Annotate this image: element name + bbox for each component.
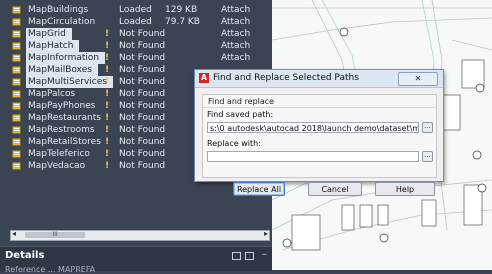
autocad-app-icon: A [199,73,209,83]
warning-icon: ! [105,29,110,39]
scroll-thumb[interactable]: III [25,232,85,238]
xref-status: Not Found [119,77,166,87]
replace-browse-button[interactable]: ... [422,151,433,162]
scroll-right-arrow[interactable]: ▸ [264,229,268,238]
warning-icon: ! [105,89,110,99]
drawing-file-icon [12,17,21,26]
replace-all-button[interactable]: Replace All [233,182,285,196]
find-replace-group: Find and replace Find saved path: s:\0 a… [202,94,437,178]
preview-view-icon[interactable] [245,252,254,260]
xref-status: Not Found [119,29,166,39]
find-browse-button[interactable]: ... [422,122,433,133]
details-view-icon[interactable] [232,252,241,260]
xref-name: MapMultiServices [26,76,113,88]
xref-name: MapBuildings [28,5,89,15]
xref-name: MapCirculation [28,17,96,27]
help-button[interactable]: Help [375,182,435,196]
drawing-file-icon [12,137,21,146]
xref-name: MapHatch [26,40,80,52]
xref-status: Not Found [119,113,166,123]
group-label: Find and replace [208,97,275,106]
find-saved-path-label: Find saved path: [207,110,274,119]
warning-icon: ! [105,53,110,63]
xref-type: Attach [221,5,251,15]
drawing-file-icon [12,77,21,86]
scroll-left-arrow[interactable]: ◂ [12,229,16,238]
xref-name: MapVedacao [28,161,86,171]
dialog-titlebar[interactable]: A Find and Replace Selected Paths ✕ [195,70,443,88]
xref-row[interactable]: MapCirculation Loaded 79.7 KB Attach [0,16,272,28]
xref-name: MapTeleferico [28,149,90,159]
warning-icon: ! [105,41,110,51]
xref-name: MapRetailStores [28,137,101,147]
xref-row[interactable]: MapHatch! Not Found Attach [0,40,272,52]
details-title: Details [5,250,45,261]
warning-icon: ! [105,65,110,75]
dialog-title: Find and Replace Selected Paths [213,73,359,83]
xref-name: MapGrid [26,28,72,40]
xref-name: MapPayPhones [28,101,96,111]
cancel-button[interactable]: Cancel [308,182,362,196]
xref-type: Attach [221,41,251,51]
xref-status: Not Found [119,161,166,171]
find-replace-dialog: A Find and Replace Selected Paths ✕ Find… [194,69,444,182]
xref-status: Not Found [119,101,166,111]
group-separator [203,107,436,108]
xref-type: Attach [221,17,251,27]
xref-name: MapInformation [26,52,106,64]
drawing-file-icon [12,161,21,170]
xref-row[interactable]: MapBuildings Loaded 129 KB Attach [0,4,272,16]
xref-type: Attach [221,53,251,63]
drawing-file-icon [12,125,21,134]
drawing-file-icon [12,113,21,122]
replace-with-label: Replace with: [207,139,261,148]
xref-size: 129 KB [165,5,198,15]
replace-with-field[interactable] [207,151,419,162]
warning-icon: ! [105,125,110,135]
warning-icon: ! [105,161,110,171]
xref-row[interactable]: MapInformation! Not Found Attach [0,52,272,64]
close-button[interactable]: ✕ [398,72,438,86]
collapse-icon[interactable]: – [262,249,267,260]
xref-status: Not Found [119,65,166,75]
xref-name: MapMailBoxes [26,64,98,76]
xref-status: Not Found [119,89,166,99]
xref-status: Loaded [119,17,152,27]
drawing-file-icon [12,29,21,38]
drawing-file-icon [12,41,21,50]
xref-status: Not Found [119,53,166,63]
xref-status: Loaded [119,5,152,15]
warning-icon: ! [105,101,110,111]
horizontal-scrollbar[interactable]: ◂ III ▸ [10,229,270,241]
drawing-file-icon [12,101,21,110]
xref-size: 79.7 KB [165,17,200,27]
warning-icon: ! [105,113,110,123]
warning-icon: ! [105,149,110,159]
drawing-file-icon [12,5,21,14]
drawing-file-icon [12,53,21,62]
details-panel-header[interactable]: Details – Reference ... MAPREFA [0,246,272,274]
find-saved-path-field[interactable]: s:\0 autodesk\autocad 2018\launch demo\d… [207,122,419,133]
xref-name: MapRestrooms [28,125,95,135]
warning-icon: ! [105,137,110,147]
xref-type: Attach [221,29,251,39]
xref-status: Not Found [119,149,166,159]
drawing-file-icon [12,149,21,158]
drawing-file-icon [12,89,21,98]
xref-status: Not Found [119,41,166,51]
xref-status: Not Found [119,125,166,135]
xref-status: Not Found [119,137,166,147]
xref-name: MapRestaurants [28,113,101,123]
xref-name: MapPalcos [28,89,76,99]
drawing-file-icon [12,65,21,74]
warning-icon: ! [105,77,110,87]
xref-row[interactable]: MapGrid! Not Found Attach [0,28,272,40]
